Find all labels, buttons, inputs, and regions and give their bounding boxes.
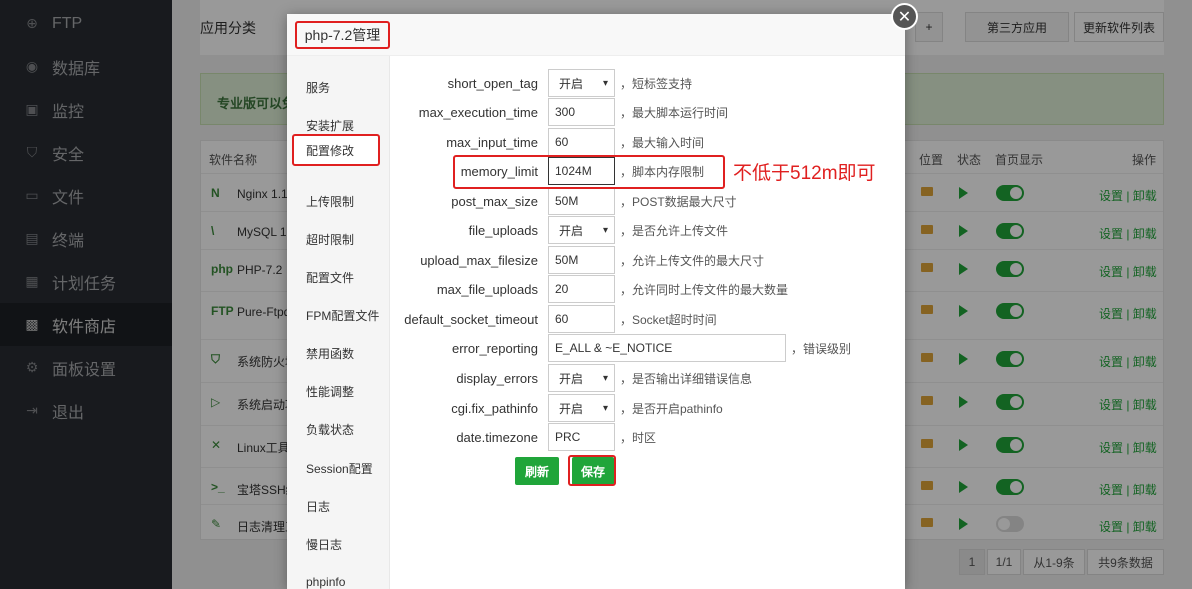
chevron-down-icon: ▾ <box>602 225 608 236</box>
field-desc: ，最大脚本运行时间 <box>620 105 729 120</box>
field-desc: ，允许上传文件的最大尺寸 <box>620 253 765 268</box>
nav-phpinfo[interactable]: phpinfo <box>287 563 390 589</box>
field-max-file-uploads: max_file_uploads 20 ，允许同时上传文件的最大数量 <box>287 275 905 303</box>
field-label: max_file_uploads <box>436 281 538 297</box>
field-max-input-time: max_input_time 60 ，最大输入时间 <box>287 128 905 156</box>
field-desc: ，最大输入时间 <box>620 135 705 150</box>
field-cgi-fix-pathinfo: cgi.fix_pathinfo 开启 ▾ ，是否开启pathinfo <box>287 394 905 422</box>
max-input-time-input[interactable]: 60 <box>548 128 615 156</box>
sidebar: ⊕ FTP ◉ 数据库 ▣ 监控 ⛉ 安全 ▭ 文件 ▤ 终端 ▦ 计划任务 ▩… <box>0 0 172 589</box>
field-label: default_socket_timeout <box>404 311 538 327</box>
field-desc: ，是否允许上传文件 <box>620 223 729 238</box>
field-label: error_reporting <box>452 340 538 356</box>
field-desc: ，是否开启pathinfo <box>620 401 723 416</box>
field-desc: ，错误级别 <box>791 341 852 356</box>
field-label: max_execution_time <box>418 104 538 120</box>
dialog-header: php-7.2管理 <box>287 14 905 56</box>
php-manager-dialog: php-7.2管理 服务 安装扩展 配置修改 上传限制 超时限制 配置文件 FP… <box>287 14 905 589</box>
file-uploads-select[interactable]: 开启 ▾ <box>548 216 615 244</box>
field-label: short_open_tag <box>447 75 538 91</box>
field-file-uploads: file_uploads 开启 ▾ ，是否允许上传文件 <box>287 216 905 244</box>
memory-limit-highlight <box>453 155 725 189</box>
display-errors-select[interactable]: 开启 ▾ <box>548 364 615 392</box>
field-desc: ，时区 <box>620 430 657 445</box>
field-upload-max-filesize: upload_max_filesize 50M ，允许上传文件的最大尺寸 <box>287 246 905 274</box>
max-execution-time-input[interactable]: 300 <box>548 98 615 126</box>
nav-session-config[interactable]: Session配置 <box>287 449 390 487</box>
select-value: 开启 <box>559 223 584 238</box>
default-socket-timeout-input[interactable]: 60 <box>548 305 615 333</box>
field-error-reporting: error_reporting E_ALL & ~E_NOTICE ，错误级别 <box>287 334 905 362</box>
field-desc: ，POST数据最大尺寸 <box>620 194 737 209</box>
post-max-size-input[interactable]: 50M <box>548 187 615 215</box>
date-timezone-input[interactable]: PRC <box>548 423 615 451</box>
field-desc: ，允许同时上传文件的最大数量 <box>620 282 789 297</box>
field-label: upload_max_filesize <box>420 252 538 268</box>
field-date-timezone: date.timezone PRC ，时区 <box>287 423 905 451</box>
max-file-uploads-input[interactable]: 20 <box>548 275 615 303</box>
field-post-max-size: post_max_size 50M ，POST数据最大尺寸 <box>287 187 905 215</box>
dialog-title: php-7.2管理 <box>295 21 390 49</box>
field-default-socket-timeout: default_socket_timeout 60 ，Socket超时时间 <box>287 305 905 333</box>
field-desc: ，Socket超时时间 <box>620 312 717 327</box>
chevron-down-icon: ▾ <box>602 78 608 89</box>
nav-logs[interactable]: 日志 <box>287 487 390 525</box>
field-max-execution-time: max_execution_time 300 ，最大脚本运行时间 <box>287 98 905 126</box>
chevron-down-icon: ▾ <box>602 373 608 384</box>
field-display-errors: display_errors 开启 ▾ ，是否输出详细错误信息 <box>287 364 905 392</box>
select-value: 开启 <box>559 371 584 386</box>
error-reporting-input[interactable]: E_ALL & ~E_NOTICE <box>548 334 786 362</box>
cgi-fix-pathinfo-select[interactable]: 开启 ▾ <box>548 394 615 422</box>
field-short-open-tag: short_open_tag 开启 ▾ ，短标签支持 <box>287 69 905 97</box>
close-icon[interactable]: ✕ <box>891 3 918 30</box>
nav-slow-logs[interactable]: 慢日志 <box>287 525 390 563</box>
field-label: display_errors <box>456 370 538 386</box>
select-value: 开启 <box>559 76 584 91</box>
field-label: cgi.fix_pathinfo <box>451 400 538 416</box>
refresh-button[interactable]: 刷新 <box>515 457 559 485</box>
field-desc: ，短标签支持 <box>620 76 693 91</box>
upload-max-filesize-input[interactable]: 50M <box>548 246 615 274</box>
field-desc: ，是否输出详细错误信息 <box>620 371 753 386</box>
field-label: file_uploads <box>468 222 538 238</box>
annotation-text: 不低于512m即可 <box>733 163 876 184</box>
field-label: date.timezone <box>456 429 538 445</box>
chevron-down-icon: ▾ <box>602 403 608 414</box>
field-label: post_max_size <box>451 193 538 209</box>
short-open-tag-select[interactable]: 开启 ▾ <box>548 69 615 97</box>
save-highlight <box>568 455 616 486</box>
modal-backdrop <box>0 0 172 589</box>
select-value: 开启 <box>559 401 584 416</box>
field-label: max_input_time <box>446 134 538 150</box>
